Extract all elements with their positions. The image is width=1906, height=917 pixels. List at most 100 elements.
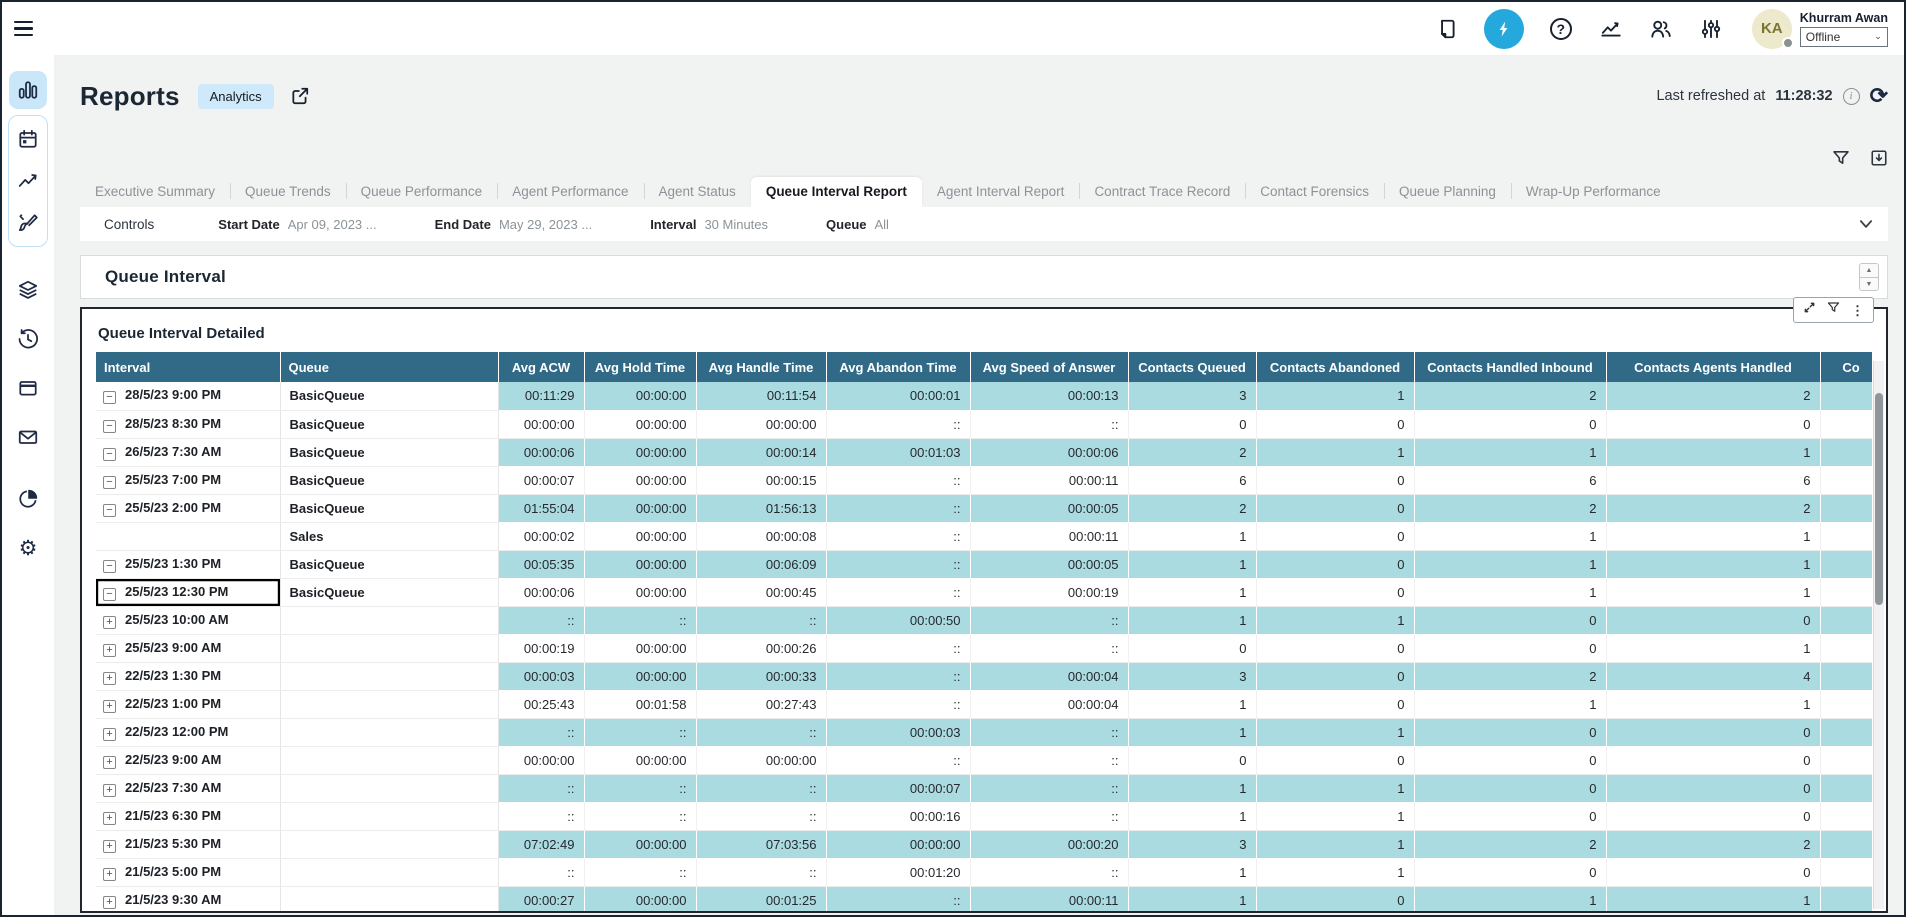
refresh-icon[interactable]: ⟳ (1870, 85, 1888, 107)
interval-cell[interactable]: +22/5/23 9:00 AM (96, 746, 280, 774)
tab-agent-performance[interactable]: Agent Performance (497, 177, 643, 207)
column-header-contacts-queued[interactable]: Contacts Queued (1128, 352, 1256, 382)
collapse-row-icon[interactable]: − (103, 420, 116, 433)
column-header-avg-speed-of-answer[interactable]: Avg Speed of Answer (970, 352, 1128, 382)
expand-row-icon[interactable]: + (103, 868, 116, 881)
control-interval[interactable]: Interval30 Minutes (650, 217, 768, 232)
interval-cell[interactable]: −25/5/23 1:30 PM (96, 550, 280, 578)
control-end-date[interactable]: End DateMay 29, 2023 ... (435, 217, 593, 232)
interval-cell[interactable]: +22/5/23 1:00 PM (96, 690, 280, 718)
controls-collapse-chevron-icon[interactable] (1858, 216, 1874, 232)
control-queue[interactable]: QueueAll (826, 217, 889, 232)
scrollbar-thumb[interactable] (1875, 393, 1883, 605)
expand-row-icon[interactable]: + (103, 756, 116, 769)
expand-row-icon[interactable]: + (103, 700, 116, 713)
help-icon[interactable]: ? (1548, 16, 1574, 42)
sidebar-item-mail[interactable] (9, 418, 47, 456)
interval-cell[interactable]: +21/5/23 5:30 PM (96, 830, 280, 858)
sidebar-item-settings[interactable]: ⚙ (9, 529, 47, 567)
interval-cell[interactable] (96, 522, 280, 550)
expand-row-icon[interactable]: + (103, 616, 116, 629)
interval-cell[interactable]: +21/5/23 5:00 PM (96, 858, 280, 886)
expand-row-icon[interactable]: + (103, 644, 116, 657)
expand-row-icon[interactable]: + (103, 672, 116, 685)
spinner-down-button[interactable]: ▼ (1860, 277, 1878, 290)
expand-row-icon[interactable]: + (103, 728, 116, 741)
column-header-avg-hold-time[interactable]: Avg Hold Time (584, 352, 696, 382)
column-header-avg-handle-time[interactable]: Avg Handle Time (696, 352, 826, 382)
realtime-metrics-icon[interactable] (1484, 9, 1524, 49)
interval-cell[interactable]: −28/5/23 8:30 PM (96, 410, 280, 438)
info-icon[interactable]: i (1843, 88, 1860, 105)
interval-cell[interactable]: −25/5/23 7:00 PM (96, 466, 280, 494)
agent-status-select[interactable]: Offline⌄ (1800, 27, 1888, 47)
collapse-row-icon[interactable]: − (103, 476, 116, 489)
interval-cell[interactable]: +25/5/23 9:00 AM (96, 634, 280, 662)
kebab-menu-icon[interactable]: ⋮ (1851, 304, 1864, 317)
column-header-queue[interactable]: Queue (280, 352, 498, 382)
expand-row-icon[interactable]: + (103, 840, 116, 853)
download-icon[interactable] (1870, 149, 1888, 172)
tab-agent-interval-report[interactable]: Agent Interval Report (922, 177, 1080, 207)
column-header-co[interactable]: Co (1820, 352, 1872, 382)
sidebar-item-reports[interactable] (9, 71, 47, 109)
interval-cell[interactable]: −28/5/23 9:00 PM (96, 382, 280, 410)
value-cell: 0 (1414, 858, 1606, 886)
sidebar-item-calendar[interactable] (9, 120, 47, 158)
tab-queue-performance[interactable]: Queue Performance (346, 177, 498, 207)
interval-cell[interactable]: +21/5/23 9:30 AM (96, 886, 280, 911)
value-cell: 00:27:43 (696, 690, 826, 718)
settings-sliders-icon[interactable] (1698, 16, 1724, 42)
collapse-row-icon[interactable]: − (103, 504, 116, 517)
column-header-contacts-handled-inbound[interactable]: Contacts Handled Inbound (1414, 352, 1606, 382)
column-header-avg-abandon-time[interactable]: Avg Abandon Time (826, 352, 970, 382)
tab-contract-trace-record[interactable]: Contract Trace Record (1079, 177, 1245, 207)
tab-agent-status[interactable]: Agent Status (644, 177, 751, 207)
collapse-row-icon[interactable]: − (103, 391, 116, 404)
users-icon[interactable] (1648, 16, 1674, 42)
control-start-date[interactable]: Start DateApr 09, 2023 ... (218, 217, 376, 232)
interval-cell[interactable]: +22/5/23 1:30 PM (96, 662, 280, 690)
interval-cell[interactable]: −25/5/23 2:00 PM (96, 494, 280, 522)
interval-cell[interactable]: +22/5/23 7:30 AM (96, 774, 280, 802)
tab-wrap-up-performance[interactable]: Wrap-Up Performance (1511, 177, 1676, 207)
collapse-row-icon[interactable]: − (103, 588, 116, 601)
sidebar-item-trends[interactable] (9, 162, 47, 200)
expand-row-icon[interactable]: + (103, 812, 116, 825)
spinner-up-button[interactable]: ▲ (1860, 264, 1878, 277)
metrics-chart-icon[interactable] (1598, 16, 1624, 42)
filter-icon[interactable] (1832, 149, 1850, 172)
vertical-scrollbar[interactable] (1873, 361, 1884, 909)
column-header-avg-acw[interactable]: Avg ACW (498, 352, 584, 382)
value-cell: 0 (1256, 550, 1414, 578)
interval-cell[interactable]: +22/5/23 12:00 PM (96, 718, 280, 746)
tab-queue-interval-report[interactable]: Queue Interval Report (751, 177, 922, 207)
sidebar-item-layers[interactable] (9, 271, 47, 309)
tab-executive-summary[interactable]: Executive Summary (80, 177, 230, 207)
sidebar-item-pie-chart[interactable] (9, 480, 47, 518)
sidebar-item-window[interactable] (9, 369, 47, 407)
hamburger-menu-icon[interactable] (14, 16, 40, 42)
tab-queue-planning[interactable]: Queue Planning (1384, 177, 1511, 207)
avatar[interactable]: KA (1752, 9, 1792, 49)
collapse-row-icon[interactable]: − (103, 560, 116, 573)
value-cell: 1 (1256, 774, 1414, 802)
tab-queue-trends[interactable]: Queue Trends (230, 177, 346, 207)
notes-icon[interactable] (1434, 16, 1460, 42)
column-header-contacts-abandoned[interactable]: Contacts Abandoned (1256, 352, 1414, 382)
interval-cell[interactable]: −25/5/23 12:30 PM (96, 578, 280, 606)
column-header-contacts-agents-handled[interactable]: Contacts Agents Handled (1606, 352, 1820, 382)
sidebar-item-design[interactable] (9, 204, 47, 242)
interval-cell[interactable]: −26/5/23 7:30 AM (96, 438, 280, 466)
external-link-icon[interactable] (290, 86, 310, 106)
sidebar-item-history[interactable] (9, 320, 47, 358)
collapse-row-icon[interactable]: − (103, 448, 116, 461)
expand-row-icon[interactable]: + (103, 896, 116, 909)
interval-cell[interactable]: +21/5/23 6:30 PM (96, 802, 280, 830)
expand-row-icon[interactable]: + (103, 784, 116, 797)
card-filter-icon[interactable] (1827, 301, 1840, 319)
column-header-interval[interactable]: Interval (96, 352, 280, 382)
expand-icon[interactable] (1803, 301, 1816, 319)
tab-contact-forensics[interactable]: Contact Forensics (1245, 177, 1384, 207)
interval-cell[interactable]: +25/5/23 10:00 AM (96, 606, 280, 634)
